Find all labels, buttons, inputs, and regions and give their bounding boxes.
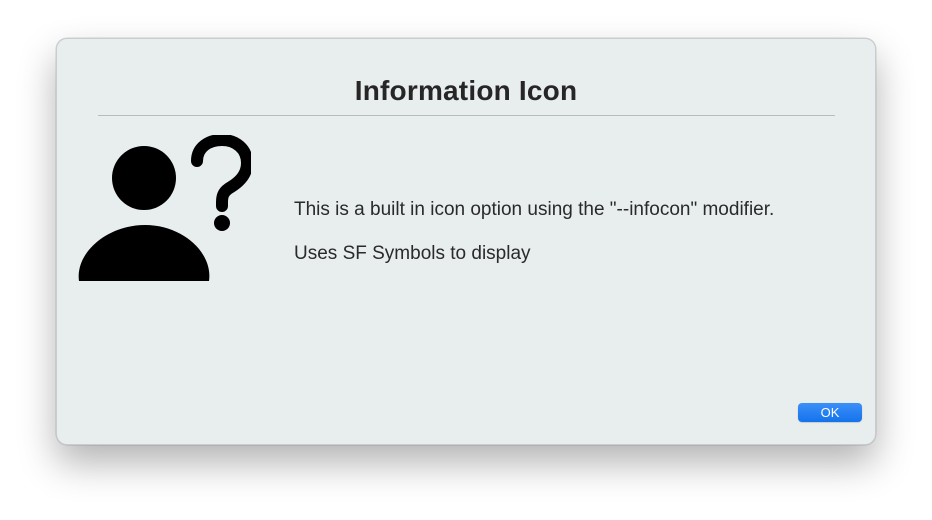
dialog-message: This is a built in icon option using the… bbox=[294, 199, 854, 287]
message-line: Uses SF Symbols to display bbox=[294, 243, 531, 264]
dialog-title: Information Icon bbox=[354, 75, 578, 106]
ok-button[interactable]: OK bbox=[798, 403, 862, 422]
screen: Information Icon This is a built in icon… bbox=[0, 0, 932, 520]
message-line: This is a built in icon option using the… bbox=[294, 199, 775, 220]
dialog-window: Information Icon This is a built in icon… bbox=[56, 38, 876, 445]
person-question-icon bbox=[77, 135, 251, 285]
title-divider bbox=[98, 115, 835, 116]
